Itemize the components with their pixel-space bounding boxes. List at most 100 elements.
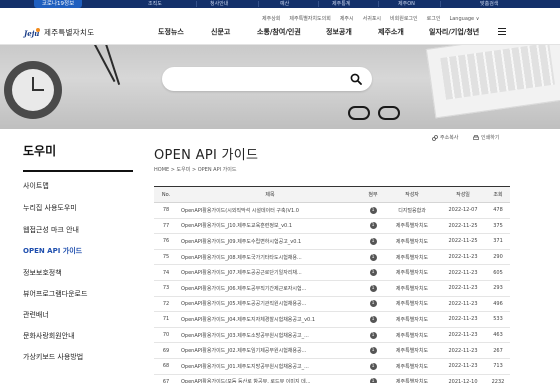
search-input[interactable] [162, 67, 372, 91]
attachment-icon[interactable]: 1 [369, 347, 377, 355]
row-attachment[interactable]: 1 [362, 264, 384, 281]
row-attachment[interactable]: 1 [362, 358, 384, 375]
table-row[interactable]: 67 OpenAPI활용가이드(모듬 등산로 항공뷰, 로드뷰 이미지 데... 1… [154, 374, 510, 383]
attachment-icon[interactable]: 1 [369, 300, 377, 308]
quick-link-stats[interactable]: 제주통계 [332, 0, 350, 8]
quick-link-org[interactable]: 조직도 [148, 0, 162, 8]
table-row[interactable]: 73 OpenAPI활용가이드_J06.제주도공무직기간제근로자시험... 1 제주특… [154, 280, 510, 297]
row-title-link[interactable]: OpenAPI활용가이드_J02.제주도임기제공무원시험채용공... [178, 342, 362, 359]
table-row[interactable]: 74 OpenAPI활용가이드_J07.제주도공공근로단기일자리채... 1 제주특별… [154, 264, 510, 281]
row-title-link[interactable]: OpenAPI활용가이드_J07.제주도공공근로단기일자리채... [178, 264, 362, 281]
table-row[interactable]: 78 OpenAPI활용가이드(시외직막석 시설데이터 구축)V1.0 1 디지털융합… [154, 202, 510, 219]
row-title-link[interactable]: OpenAPI활용가이드_J04.제주도지자체경찰시험채용공고_v0.1 [178, 311, 362, 328]
sidebar-item-viewer-download[interactable]: 뷰어프로그램다운로드 [23, 289, 87, 299]
row-views: 371 [486, 233, 510, 250]
attachment-icon[interactable]: 1 [369, 378, 377, 383]
row-author: 디지털융합과 [384, 202, 440, 219]
nav-petition[interactable]: 신문고 [211, 27, 230, 37]
row-attachment[interactable]: 1 [362, 249, 384, 266]
row-author: 제주특별자치도 [384, 264, 440, 281]
attachment-icon[interactable]: 1 [369, 362, 377, 370]
sidebar-item-site-help[interactable]: 누리집 사용도우미 [23, 203, 77, 213]
attachment-icon[interactable]: 1 [369, 206, 377, 214]
address-copy-button[interactable]: 주소복사 [432, 134, 458, 141]
util-link-store[interactable]: 제주상회 [262, 15, 280, 22]
attachment-icon[interactable]: 1 [369, 315, 377, 323]
row-title-link[interactable]: OpenAPI활용가이드_J09.제주도수립변하시험공고_v0.1 [178, 233, 362, 250]
row-attachment[interactable]: 1 [362, 342, 384, 359]
util-link-seogwipo[interactable]: 서귀포시 [363, 15, 381, 22]
table-row[interactable]: 69 OpenAPI활용가이드_J02.제주도임기제공무원시험채용공... 1 제주특… [154, 342, 510, 359]
attachment-icon[interactable]: 1 [369, 284, 377, 292]
row-no: 77 [154, 218, 178, 235]
table-row[interactable]: 68 OpenAPI활용가이드_J01.제주도지방공무원시험채용공고_... 1 제주… [154, 358, 510, 375]
row-attachment[interactable]: 1 [362, 218, 384, 235]
site-logo[interactable]: Jeju 제주특별자치도 [24, 25, 94, 39]
logo-mark: Jeju [24, 27, 40, 38]
nav-news[interactable]: 도정뉴스 [158, 27, 184, 37]
sidebar-item-open-api-guide[interactable]: OPEN API 가이드 [23, 246, 82, 256]
language-select[interactable]: Language ∨ [449, 16, 479, 22]
logo-text: 제주특별자치도 [44, 27, 95, 37]
util-link-jeju-city[interactable]: 제주시 [340, 15, 354, 22]
row-title-link[interactable]: OpenAPI활용가이드_J06.제주도공무직기간제근로자시험... [178, 280, 362, 297]
sidebar-item-privacy-policy[interactable]: 정보보호정책 [23, 268, 62, 278]
covid-info-badge[interactable]: 코로나19정보 [34, 0, 82, 8]
row-title-link[interactable]: OpenAPI활용가이드_J05.제주도공공기관직원시험채용공... [178, 296, 362, 313]
row-title-link[interactable]: OpenAPI활용가이드(시외직막석 시설데이터 구축)V1.0 [178, 202, 362, 219]
sidebar-item-sitemap[interactable]: 사이트맵 [23, 181, 49, 191]
nav-about-jeju[interactable]: 제주소개 [378, 27, 404, 37]
breadcrumb-home[interactable]: HOME [154, 167, 169, 173]
sidebar-item-virtual-keyboard[interactable]: 가상키보드 사용방법 [23, 352, 83, 362]
divider [440, 1, 441, 7]
hamburger-menu-icon[interactable] [498, 28, 506, 36]
quick-link-budget[interactable]: 예산 [280, 0, 289, 8]
nav-disclosure[interactable]: 정보공개 [326, 27, 352, 37]
row-attachment[interactable]: 1 [362, 280, 384, 297]
hero-banner [0, 45, 560, 129]
nav-jobs[interactable]: 일자리/기업/청년 [429, 27, 479, 37]
attachment-icon[interactable]: 1 [369, 269, 377, 277]
table-row[interactable]: 71 OpenAPI활용가이드_J04.제주도지자체경찰시험채용공고_v0.1 1 제… [154, 311, 510, 328]
row-date: 2022-11-23 [440, 249, 486, 266]
breadcrumb-helper[interactable]: 도우미 [177, 167, 191, 173]
row-attachment[interactable]: 1 [362, 233, 384, 250]
row-views: 713 [486, 358, 510, 375]
sidebar-item-related-banners[interactable]: 관련배너 [23, 310, 49, 320]
quick-link-jejuon[interactable]: 제주ON [398, 0, 415, 8]
quick-link-search[interactable]: 맞춤검색 [480, 0, 498, 8]
search-icon[interactable] [350, 73, 362, 85]
row-no: 68 [154, 358, 178, 375]
row-title-link[interactable]: OpenAPI활용가이드_J01.제주도지방공무원시험채용공고_... [178, 358, 362, 375]
util-link-guest-login[interactable]: 비회원로그인 [390, 15, 418, 22]
row-author: 제주특별자치도 [384, 296, 440, 313]
sidebar-item-culture-members[interactable]: 문화사랑회원안내 [23, 331, 75, 341]
row-attachment[interactable]: 1 [362, 374, 384, 383]
table-row[interactable]: 72 OpenAPI활용가이드_J05.제주도공공기관직원시험채용공... 1 제주특… [154, 296, 510, 313]
table-row[interactable]: 75 OpenAPI활용가이드_J08.제주도국가기타타도시험채용... 1 제주특별… [154, 249, 510, 266]
row-attachment[interactable]: 1 [362, 327, 384, 344]
row-title-link[interactable]: OpenAPI활용가이드_J03.제주도소방공무원시험채용공고_... [178, 327, 362, 344]
board-table: No. 제목 첨부 작성자 작성일 조회 78 OpenAPI활용가이드(시외직막… [154, 186, 510, 383]
table-row[interactable]: 70 OpenAPI활용가이드_J03.제주도소방공무원시험채용공고_... 1 제주… [154, 327, 510, 344]
row-attachment[interactable]: 1 [362, 311, 384, 328]
attachment-icon[interactable]: 1 [369, 222, 377, 230]
row-title-link[interactable]: OpenAPI활용가이드_J08.제주도국가기타타도시험채용... [178, 249, 362, 266]
table-row[interactable]: 77 OpenAPI활용가이드_J10.제주도교육훈련정보_v0.1 1 제주특별자치… [154, 218, 510, 235]
attachment-icon[interactable]: 1 [369, 237, 377, 245]
util-link-login[interactable]: 로그인 [427, 15, 441, 22]
row-title-link[interactable]: OpenAPI활용가이드_J10.제주도교육훈련정보_v0.1 [178, 218, 362, 235]
row-title-link[interactable]: OpenAPI활용가이드(모듬 등산로 항공뷰, 로드뷰 이미지 데... [178, 374, 362, 383]
nav-participation[interactable]: 소통/참여/인권 [257, 27, 301, 37]
row-date: 2021-12-10 [440, 374, 486, 383]
table-row[interactable]: 76 OpenAPI활용가이드_J09.제주도수립변하시험공고_v0.1 1 제주특별… [154, 233, 510, 250]
print-button[interactable]: 인쇄하기 [473, 134, 499, 141]
util-link-council[interactable]: 제주특별자치도의회 [289, 15, 330, 22]
row-attachment[interactable]: 1 [362, 296, 384, 313]
attachment-icon[interactable]: 1 [369, 331, 377, 339]
quick-link-office[interactable]: 청사안내 [210, 0, 228, 8]
row-no: 75 [154, 249, 178, 266]
row-attachment[interactable]: 1 [362, 202, 384, 219]
attachment-icon[interactable]: 1 [369, 253, 377, 261]
sidebar-item-accessibility-mark[interactable]: 웹접근성 마크 안내 [23, 225, 79, 235]
